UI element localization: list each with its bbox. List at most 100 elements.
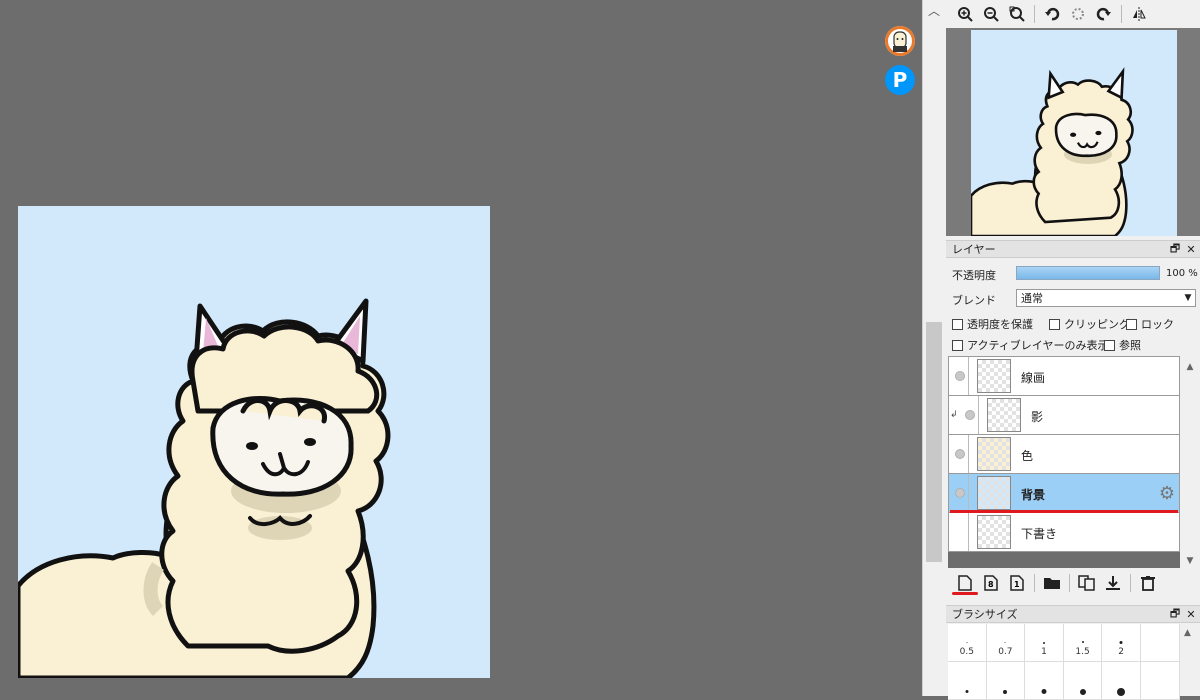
protect-alpha-checkbox[interactable]: 透明度を保護 xyxy=(952,316,1033,332)
layer-thumbnail xyxy=(987,398,1021,432)
layer-panel-header: レイヤー 🗗 ✕ xyxy=(946,240,1200,258)
layer-toolbar: 8 1 xyxy=(948,570,1200,596)
pixiv-logo-icon[interactable]: P xyxy=(885,65,915,95)
protect-alpha-label: 透明度を保護 xyxy=(967,318,1033,331)
duplicate-layer-icon[interactable] xyxy=(1076,572,1098,594)
layer-thumbnail xyxy=(977,515,1011,549)
restore-window-icon[interactable]: 🗗 xyxy=(1168,605,1182,624)
visibility-eye-icon[interactable] xyxy=(955,371,965,381)
rotate-reset-icon[interactable] xyxy=(1067,3,1089,25)
navigator-preview[interactable] xyxy=(971,30,1177,236)
checkbox-box xyxy=(952,318,963,330)
new-layer-icon[interactable] xyxy=(954,572,976,594)
annotation-red-underline xyxy=(950,510,1178,513)
delete-layer-icon[interactable] xyxy=(1137,572,1159,594)
new-8bit-layer-icon[interactable]: 8 xyxy=(980,572,1002,594)
visibility-eye-icon[interactable] xyxy=(955,488,965,498)
layer-item-shadow[interactable]: ↲ 影 xyxy=(949,396,1179,435)
layer-item-background[interactable]: 背景 ⚙ xyxy=(949,474,1179,513)
column-separator xyxy=(978,396,979,434)
brush-size-cell[interactable]: 1 xyxy=(1025,624,1064,662)
close-icon[interactable]: ✕ xyxy=(1184,608,1198,621)
lock-checkbox[interactable]: ロック xyxy=(1126,316,1174,332)
brush-size-cell[interactable]: 2 xyxy=(1102,624,1141,662)
layer-name: 下書き xyxy=(1021,527,1058,541)
clipping-label: クリッピング xyxy=(1064,318,1130,331)
column-separator xyxy=(968,474,969,512)
svg-text:8: 8 xyxy=(988,580,994,589)
blend-mode-value: 通常 xyxy=(1021,292,1043,305)
active-layer-only-label: アクティブレイヤーのみ表示 xyxy=(967,339,1109,352)
column-separator xyxy=(968,513,969,551)
merge-down-icon[interactable] xyxy=(1102,572,1124,594)
brush-size-scrollbar[interactable]: ▲ xyxy=(1180,624,1200,696)
scroll-down-icon[interactable]: ▼ xyxy=(1182,556,1198,566)
visibility-eye-icon[interactable] xyxy=(965,410,975,420)
layer-item-lineart[interactable]: 線画 xyxy=(949,357,1179,396)
opacity-slider[interactable] xyxy=(1016,266,1160,280)
flip-horizontal-icon[interactable] xyxy=(1128,3,1150,25)
layer-item-color[interactable]: 色 xyxy=(949,435,1179,474)
brush-dot xyxy=(1003,690,1008,694)
blend-mode-select[interactable]: 通常 ▼ xyxy=(1016,289,1196,307)
rotate-right-icon[interactable] xyxy=(1093,3,1115,25)
visibility-eye-icon[interactable] xyxy=(955,449,965,459)
annotation-red-underline xyxy=(952,592,978,595)
layer-list-scrollbar[interactable]: ▲ ▼ xyxy=(1180,356,1200,568)
brush-size-cell[interactable]: 0.5 xyxy=(948,624,987,662)
layer-list[interactable]: 線画 ↲ 影 色 背景 ⚙ 下書き xyxy=(948,356,1180,552)
brush-size-cell[interactable]: 1.5 xyxy=(1063,624,1103,662)
checkbox-box xyxy=(952,339,963,351)
zoom-out-icon[interactable] xyxy=(980,3,1002,25)
brush-size-cell[interactable] xyxy=(948,662,987,700)
alpaca-avatar-icon xyxy=(886,27,914,55)
scrollbar-thumb[interactable] xyxy=(926,322,942,562)
layer-name: 影 xyxy=(1031,410,1044,424)
brush-dot xyxy=(1004,642,1006,643)
brush-size-label: 1 xyxy=(1041,647,1047,657)
scroll-up-icon[interactable]: ▲ xyxy=(1184,628,1191,638)
clipping-arrow-icon: ↲ xyxy=(950,410,958,420)
scroll-up-icon[interactable]: ▲ xyxy=(1182,362,1198,372)
brush-size-label: 1.5 xyxy=(1075,647,1090,657)
brush-size-cell[interactable] xyxy=(986,662,1026,700)
new-folder-icon[interactable] xyxy=(1041,572,1063,594)
opacity-value: 100 % xyxy=(1166,268,1198,279)
gear-icon[interactable]: ⚙ xyxy=(1159,483,1175,504)
reference-checkbox[interactable]: 参照 xyxy=(1104,337,1141,353)
brush-size-cell[interactable] xyxy=(1063,662,1103,700)
layer-name: 色 xyxy=(1021,449,1034,463)
zoom-fit-icon[interactable] xyxy=(1006,3,1028,25)
brush-size-cell-empty xyxy=(1140,662,1180,700)
close-icon[interactable]: ✕ xyxy=(1184,243,1198,256)
brush-size-cell[interactable]: 0.7 xyxy=(986,624,1026,662)
layer-item-sketch[interactable]: 下書き xyxy=(949,513,1179,552)
opacity-label: 不透明度 xyxy=(952,269,996,282)
user-avatar-icon[interactable] xyxy=(885,26,915,56)
brush-dot xyxy=(1042,642,1045,644)
toolbar-separator xyxy=(1034,5,1035,23)
layer-thumbnail xyxy=(977,476,1011,510)
brush-size-panel-title: ブラシサイズ xyxy=(952,608,1018,621)
brush-size-panel-header: ブラシサイズ 🗗 ✕ xyxy=(946,605,1200,623)
alpaca-thumbnail xyxy=(971,67,1134,236)
lock-label: ロック xyxy=(1141,318,1174,331)
chevron-up-icon[interactable]: ︿ xyxy=(926,2,942,19)
brush-dot xyxy=(1041,689,1047,694)
brush-dot xyxy=(966,642,968,643)
restore-window-icon[interactable]: 🗗 xyxy=(1168,240,1182,259)
reference-label: 参照 xyxy=(1119,339,1141,352)
brush-size-cell[interactable] xyxy=(1025,662,1064,700)
new-1bit-layer-icon[interactable]: 1 xyxy=(1006,572,1028,594)
brush-dot xyxy=(1117,688,1126,696)
zoom-in-icon[interactable] xyxy=(954,3,976,25)
drawing-canvas[interactable] xyxy=(18,206,490,678)
rotate-left-icon[interactable] xyxy=(1041,3,1063,25)
clipping-checkbox[interactable]: クリッピング xyxy=(1049,316,1130,332)
blend-label: ブレンド xyxy=(952,294,996,307)
brush-size-cell[interactable] xyxy=(1102,662,1141,700)
svg-text:1: 1 xyxy=(1014,580,1020,589)
active-layer-only-checkbox[interactable]: アクティブレイヤーのみ表示 xyxy=(952,337,1108,353)
checkbox-box xyxy=(1049,318,1060,330)
brush-dot xyxy=(1081,641,1084,643)
